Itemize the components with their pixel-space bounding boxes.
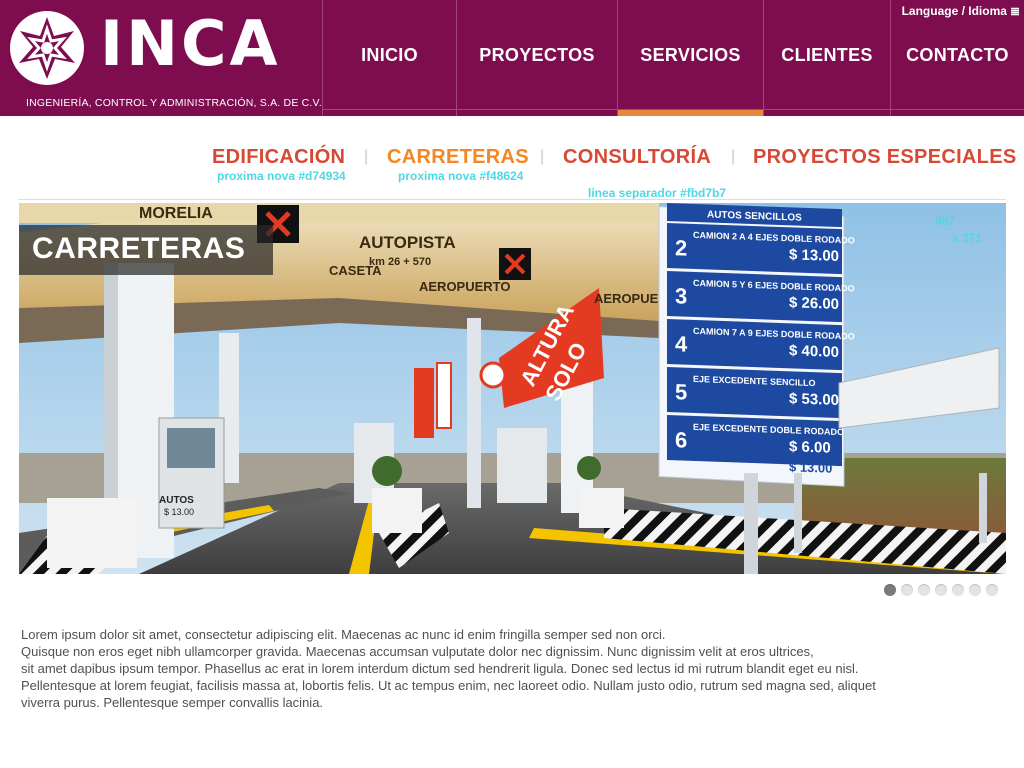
nav-item-servicios[interactable]: SERVICIOS <box>618 0 763 110</box>
hero-title: CARRETERAS <box>32 232 246 265</box>
design-note-width: 987 <box>935 214 956 228</box>
nav-item-inicio[interactable]: INICIO <box>323 0 456 110</box>
autos-price: $ 13.00 <box>164 507 194 517</box>
caseta-text: CASETA <box>329 263 382 278</box>
subnav-carreteras[interactable]: CARRETERAS <box>387 146 529 169</box>
slider-dot[interactable] <box>918 584 930 596</box>
subnav-proyectos-especiales[interactable]: PROYECTOS ESPECIALES <box>753 146 1016 169</box>
toll-row-5-num: 6 <box>675 427 687 452</box>
logo-subtitle: INGENIERÍA, CONTROL Y ADMINISTRACIÓN, S.… <box>26 97 322 109</box>
design-note-separator: linea separador #fbd7b7 <box>588 186 727 200</box>
hero-slider[interactable]: ALTURA SOLO AUTOPISTA km 26 + 570 CASETA… <box>19 203 1006 574</box>
toll-row-1-num: 2 <box>675 235 687 260</box>
toll-row-4-price: $ 53.00 <box>789 390 839 409</box>
subnav-edificacion[interactable]: EDIFICACIÓN <box>212 146 345 169</box>
hero-title-overlay: CARRETERAS <box>19 225 273 275</box>
slider-dot[interactable] <box>884 584 896 596</box>
slider-dot[interactable] <box>969 584 981 596</box>
design-note-height: x 371 <box>952 231 983 245</box>
subnav-separator-line <box>18 199 1006 200</box>
slider-pagination <box>884 584 998 596</box>
toll-row-5-price: $ 6.00 <box>789 438 831 456</box>
subnav-consultoria[interactable]: CONSULTORÍA <box>563 146 711 169</box>
slider-dot[interactable] <box>986 584 998 596</box>
subnav-separator: | <box>731 148 736 165</box>
toll-row-1-price: $ 13.00 <box>789 246 839 265</box>
logo-wordmark: INCA <box>100 7 281 80</box>
logo[interactable]: INCA INGENIERÍA, CONTROL Y ADMINISTRACIÓ… <box>0 0 322 116</box>
subnav-separator: | <box>364 148 369 165</box>
autos-label: AUTOS <box>159 495 194 506</box>
nav-item-clientes[interactable]: CLIENTES <box>764 0 890 110</box>
morelia-text: MORELIA <box>139 205 213 222</box>
design-note-edificacion: proxima nova #d74934 <box>217 169 346 183</box>
nav-active-indicator <box>618 110 763 116</box>
toll-row-3-num: 4 <box>675 331 688 356</box>
autopista-text: AUTOPISTA <box>359 233 456 252</box>
toll-row-4-num: 5 <box>675 379 687 404</box>
subnav-separator: | <box>540 148 545 165</box>
toll-row-3-price: $ 40.00 <box>789 342 839 361</box>
inca-star-logo-icon <box>10 11 84 85</box>
toll-row-2-price: $ 26.00 <box>789 294 839 313</box>
slider-dot[interactable] <box>952 584 964 596</box>
aeropuerto-canopy-text: AEROPUERTO <box>419 279 511 294</box>
nav-item-proyectos[interactable]: PROYECTOS <box>457 0 617 110</box>
site-header: INCA INGENIERÍA, CONTROL Y ADMINISTRACIÓ… <box>0 0 1024 116</box>
slider-dot[interactable] <box>901 584 913 596</box>
body-paragraph: Lorem ipsum dolor sit amet, consectetur … <box>21 627 876 710</box>
slider-dot[interactable] <box>935 584 947 596</box>
nav-item-contacto[interactable]: CONTACTO <box>891 0 1024 110</box>
design-note-carreteras: proxima nova #f48624 <box>398 169 524 183</box>
toll-row-2-num: 3 <box>675 283 687 308</box>
